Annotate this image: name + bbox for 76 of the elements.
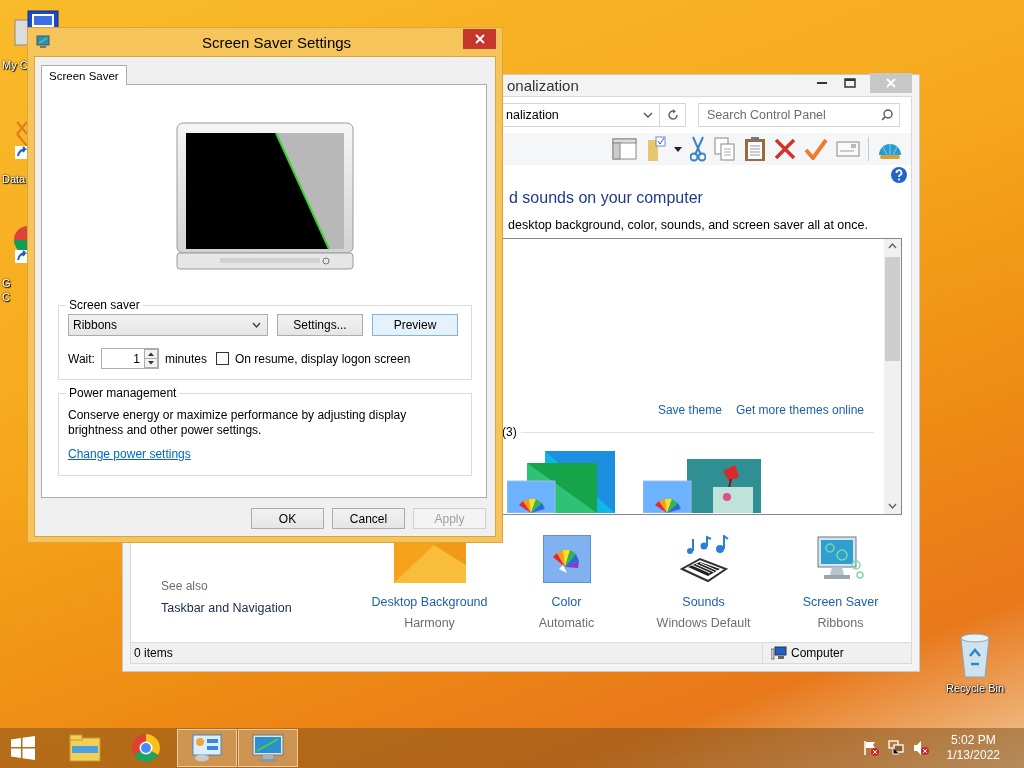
description-text: Conserve energy or maximize performance by adjusting display brightness and other power settings. [68, 408, 408, 438]
clipboard-icon[interactable] [744, 136, 766, 162]
computer-icon [771, 646, 787, 660]
refresh-icon [666, 109, 679, 121]
icon-label: C [2, 290, 10, 304]
icon-label: Data [2, 172, 26, 186]
flag-icon[interactable] [862, 740, 879, 756]
group-label: Screen saver [68, 298, 141, 312]
setting-link[interactable]: Screen Saver [802, 595, 879, 609]
push-button[interactable]: Preview [372, 314, 458, 336]
chevron-icon [252, 322, 261, 328]
maximize-icon [844, 77, 856, 88]
push-button[interactable]: Cancel [332, 508, 405, 529]
checkbox[interactable] [215, 352, 229, 365]
setting-value: Windows Default [656, 616, 751, 630]
refresh-button[interactable] [660, 103, 686, 127]
group-label: Power management [68, 386, 178, 400]
close-icon [886, 77, 896, 88]
group-count: (3) [502, 425, 517, 439]
checkbox-label: On resume, display logon screen [234, 351, 411, 366]
tab[interactable]: Screen Saver [41, 65, 127, 85]
recycle-bin-icon[interactable] [958, 632, 992, 678]
icon-label: G [2, 276, 11, 290]
setting-link[interactable]: Sounds [682, 595, 725, 609]
copy-icon[interactable] [714, 137, 736, 161]
windows-logo-icon [11, 736, 35, 760]
app-shortcut-icon[interactable] [14, 224, 28, 264]
dropdown[interactable]: Ribbons [68, 314, 268, 336]
spin-arrows-icon[interactable] [143, 349, 158, 368]
taskbar-button[interactable] [177, 729, 237, 767]
monitor-icon[interactable] [252, 733, 284, 763]
spin-box[interactable]: 1 [100, 348, 159, 369]
close-button[interactable] [463, 28, 496, 49]
page-description: desktop background, color, sounds, and screen saver all at once. [507, 218, 869, 232]
taskbar-button[interactable] [238, 729, 298, 767]
field-label: Wait: [68, 351, 95, 366]
setting-value: Automatic [538, 616, 595, 630]
push-button[interactable]: OK [251, 508, 324, 529]
color-palette-icon[interactable] [542, 535, 591, 583]
unit-label: minutes [164, 351, 207, 366]
icon-label: Recycle Bin [945, 682, 1005, 694]
scissors-icon[interactable] [690, 136, 706, 162]
theme-link[interactable]: Save theme [657, 403, 722, 417]
browser-icon[interactable] [131, 733, 161, 763]
help-icon[interactable] [891, 167, 907, 183]
control-panel-icon[interactable] [192, 734, 222, 762]
setting-value: Harmony [404, 616, 455, 630]
delete-icon[interactable] [774, 138, 796, 160]
clock-time[interactable]: 5:02 PM [950, 733, 996, 748]
window-title: onalization [506, 77, 580, 94]
pane-layout-icon[interactable] [612, 137, 638, 161]
section-label: See also [161, 579, 209, 593]
close-icon [474, 33, 485, 44]
setting-link[interactable]: Color [551, 595, 582, 609]
setting-value: Ribbons [817, 616, 864, 630]
theme-link[interactable]: Get more themes online [735, 403, 864, 417]
see-also-link[interactable]: Taskbar and Navigation [161, 601, 361, 615]
icon-label: My C [2, 58, 28, 72]
caret-icon[interactable] [674, 146, 682, 152]
folder-icon[interactable] [69, 734, 101, 762]
search-field[interactable]: Search Control Panel [698, 103, 900, 127]
folder-icon[interactable] [646, 136, 666, 162]
network-icon[interactable] [887, 740, 904, 756]
chevron-icon [643, 111, 653, 119]
item-count: 0 items [134, 646, 174, 660]
window-title: Screen Saver Settings [200, 33, 353, 51]
setting-link[interactable]: Desktop Background [371, 595, 488, 609]
location-label: Computer [791, 646, 844, 660]
power-settings-link[interactable]: Change power settings [68, 447, 191, 461]
monitor-icon [36, 35, 50, 49]
minimize-icon [817, 81, 827, 84]
search-icon [881, 109, 893, 121]
speaker-muted-icon[interactable] [912, 740, 929, 756]
check-icon[interactable] [804, 138, 828, 160]
push-button[interactable]: Settings... [277, 314, 363, 336]
page-heading: d sounds on your computer [508, 189, 704, 207]
